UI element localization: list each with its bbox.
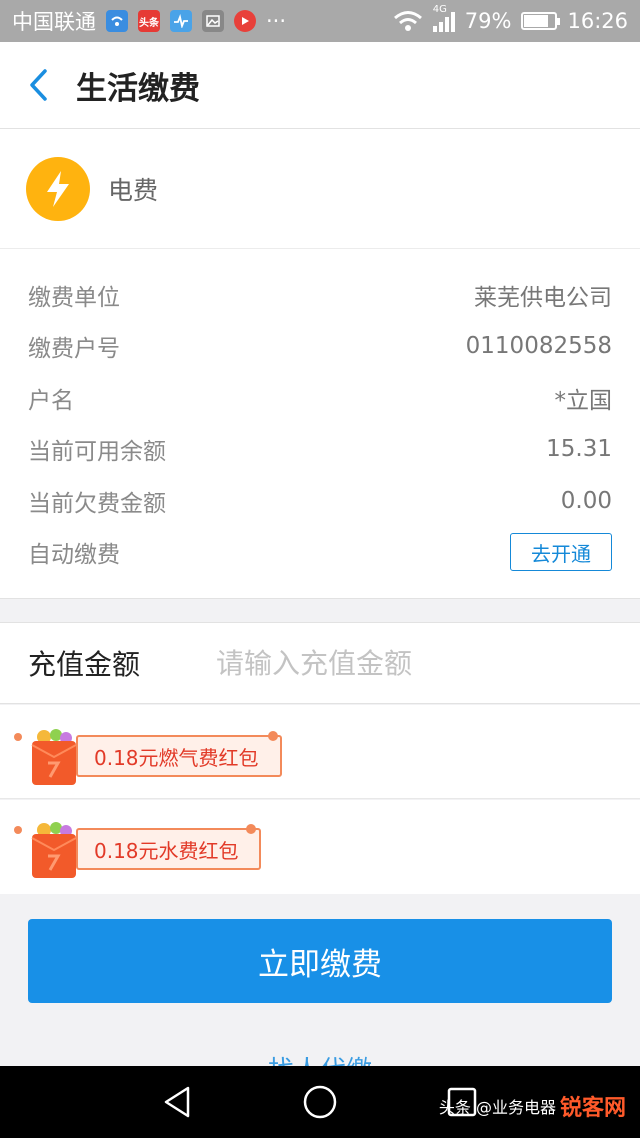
pay-now-button[interactable]: 立即缴费 — [28, 919, 612, 1003]
coupon-item[interactable]: 0.18元水费红包 — [0, 800, 640, 894]
decor-dot — [14, 733, 22, 741]
amount-section: 充值金额 — [0, 622, 640, 704]
amount-label: 充值金额 — [28, 648, 141, 681]
detail-label: 户名 — [28, 387, 74, 414]
bill-card: 电费 缴费单位 莱芜供电公司 缴费户号 0110082558 户名 *立国 当前… — [0, 129, 640, 599]
detail-value: 15.31 — [546, 436, 612, 463]
app-header: 生活缴费 — [0, 42, 640, 129]
wifi-app-icon — [106, 10, 128, 32]
gallery-app-icon — [202, 10, 224, 32]
wifi-icon — [393, 11, 422, 31]
battery-icon — [521, 12, 561, 30]
detail-label: 当前欠费金额 — [28, 490, 166, 517]
health-app-icon — [170, 10, 192, 32]
coupon-label: 0.18元水费红包 — [76, 828, 261, 870]
detail-row: 户名 *立国 — [28, 372, 612, 424]
utility-name: 电费 — [108, 175, 159, 205]
signal-icon: 4G — [432, 4, 455, 32]
red-packet-icon — [31, 822, 77, 878]
network-type: 4G — [432, 4, 447, 15]
detail-list: 缴费单位 莱芜供电公司 缴费户号 0110082558 户名 *立国 当前可用余… — [0, 249, 640, 578]
decor-dot — [268, 731, 278, 741]
lightning-icon — [26, 156, 90, 221]
decor-dot — [246, 824, 256, 834]
toutiao-app-icon: 头条 — [138, 10, 160, 32]
coupon-item[interactable]: 0.18元燃气费红包 — [0, 705, 640, 799]
detail-row: 当前可用余额 15.31 — [28, 424, 612, 476]
circle-home-icon — [303, 1085, 337, 1119]
status-bar: 中国联通 头条 ··· 4G 79% 16:26 — [0, 0, 640, 42]
page-title: 生活缴费 — [76, 70, 200, 107]
decor-dot — [14, 826, 22, 834]
battery-percent: 79% — [464, 9, 512, 33]
clock: 16:26 — [567, 9, 628, 33]
auto-pay-row: 自动缴费 去开通 — [28, 527, 612, 579]
coupon-label: 0.18元燃气费红包 — [76, 735, 282, 777]
triangle-back-icon — [164, 1086, 190, 1118]
more-indicator: ··· — [266, 9, 287, 33]
red-packet-icon — [31, 729, 77, 785]
detail-value: 莱芜供电公司 — [474, 284, 612, 311]
detail-label: 当前可用余额 — [28, 439, 166, 466]
nav-back-button[interactable] — [160, 1084, 196, 1120]
back-button[interactable] — [0, 42, 76, 129]
video-app-icon — [234, 10, 256, 32]
detail-value: *立国 — [554, 387, 613, 414]
nav-home-button[interactable] — [302, 1084, 338, 1120]
detail-row: 缴费单位 莱芜供电公司 — [28, 269, 612, 321]
detail-value: 0.00 — [560, 487, 612, 514]
detail-row: 缴费户号 0110082558 — [28, 321, 612, 373]
amount-input[interactable] — [216, 646, 616, 680]
watermark-brand: 锐客网 — [559, 1096, 626, 1121]
watermark-text: 头条 @业务电器 — [438, 1098, 556, 1117]
enable-auto-pay-button[interactable]: 去开通 — [510, 533, 612, 572]
carrier-label: 中国联通 — [12, 10, 96, 34]
detail-label: 缴费单位 — [28, 284, 120, 311]
chevron-left-icon — [30, 69, 47, 101]
detail-value: 0110082558 — [465, 333, 612, 360]
detail-row: 当前欠费金额 0.00 — [28, 475, 612, 527]
utility-header: 电费 — [0, 129, 640, 249]
watermark: 头条 @业务电器 锐客网 — [439, 1090, 626, 1122]
auto-pay-label: 自动缴费 — [28, 542, 120, 569]
detail-label: 缴费户号 — [28, 336, 120, 363]
